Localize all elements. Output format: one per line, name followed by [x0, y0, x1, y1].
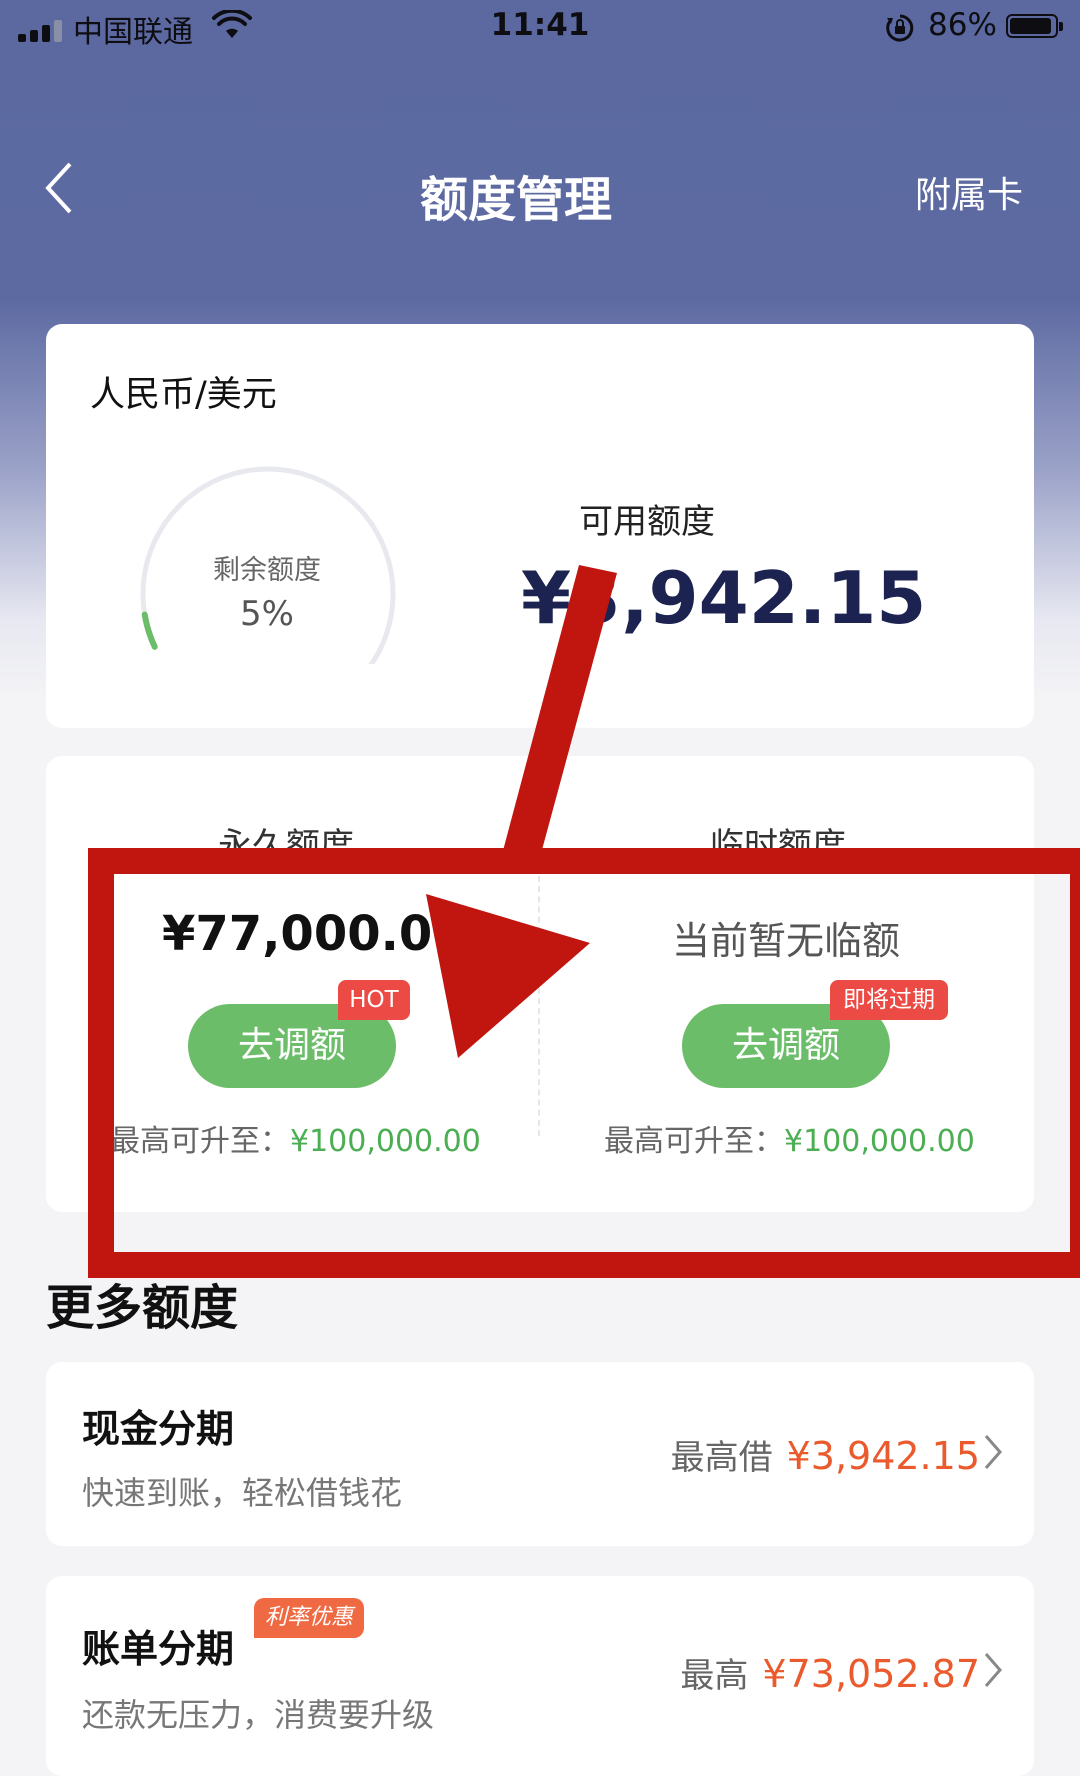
- annotation-arrow: [426, 565, 617, 1058]
